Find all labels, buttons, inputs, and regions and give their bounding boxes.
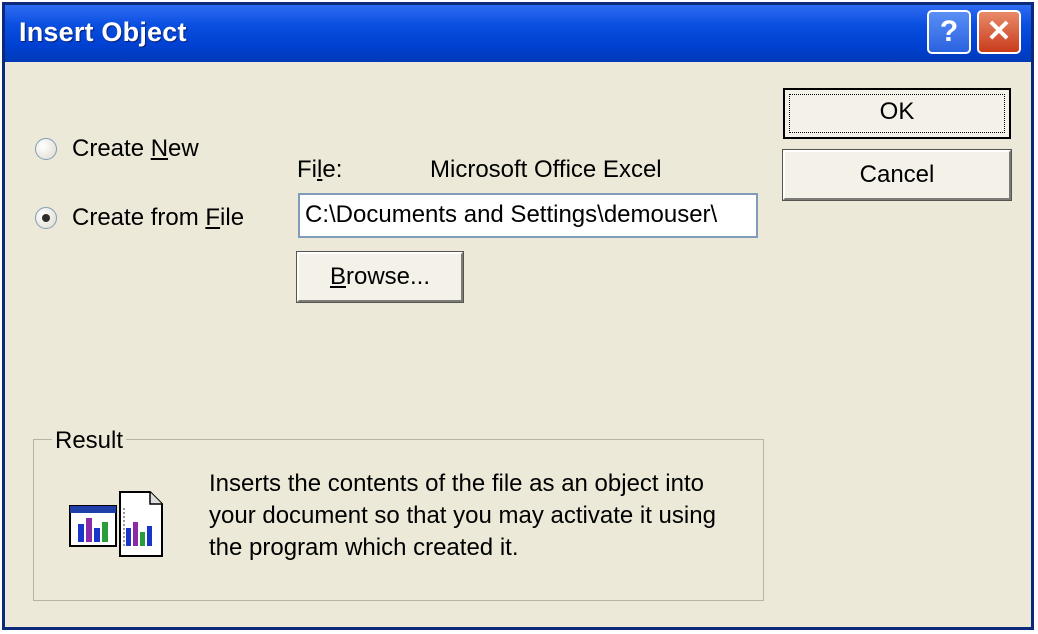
- help-button[interactable]: ?: [927, 10, 971, 54]
- file-label-rest: e:: [322, 156, 343, 183]
- create-new-label-rest: ew: [168, 135, 199, 162]
- create-from-file-label-rest: ile: [220, 204, 245, 231]
- insert-object-file-icon: [69, 491, 163, 557]
- create-new-radio[interactable]: [35, 138, 57, 160]
- create-new-label-text: Create: [72, 135, 151, 162]
- cancel-button[interactable]: Cancel: [782, 149, 1012, 201]
- help-icon: ?: [939, 15, 959, 48]
- file-path-input[interactable]: C:\Documents and Settings\demouser\: [298, 193, 758, 238]
- create-from-file-label-text: Create from: [72, 204, 206, 231]
- file-label: File:: [297, 156, 342, 184]
- result-label: Result: [52, 427, 127, 455]
- result-group: Result Inserts the contents of the file …: [33, 427, 764, 601]
- browse-accel: B: [329, 263, 346, 290]
- create-new-accel: N: [150, 135, 169, 162]
- create-from-file-radio[interactable]: [35, 207, 57, 229]
- browse-button[interactable]: Browse...: [296, 251, 464, 303]
- create-from-file-accel: F: [205, 204, 221, 231]
- close-icon: ✕: [986, 15, 1012, 48]
- insert-object-dialog: Insert Object ? ✕ Create New Create from…: [2, 2, 1034, 630]
- title-bar[interactable]: Insert Object ? ✕: [5, 5, 1031, 62]
- browse-label: rowse...: [345, 263, 431, 290]
- ok-button[interactable]: OK: [783, 88, 1011, 139]
- dialog-title: Insert Object: [19, 17, 187, 47]
- close-button[interactable]: ✕: [977, 10, 1021, 54]
- create-from-file-label[interactable]: Create from File: [72, 204, 244, 232]
- file-label-text: Fi: [297, 156, 317, 183]
- result-description: Inserts the contents of the file as an o…: [209, 470, 716, 561]
- ok-label: OK: [879, 98, 915, 125]
- file-type-label: Microsoft Office Excel: [430, 156, 662, 183]
- create-new-label[interactable]: Create New: [72, 135, 199, 163]
